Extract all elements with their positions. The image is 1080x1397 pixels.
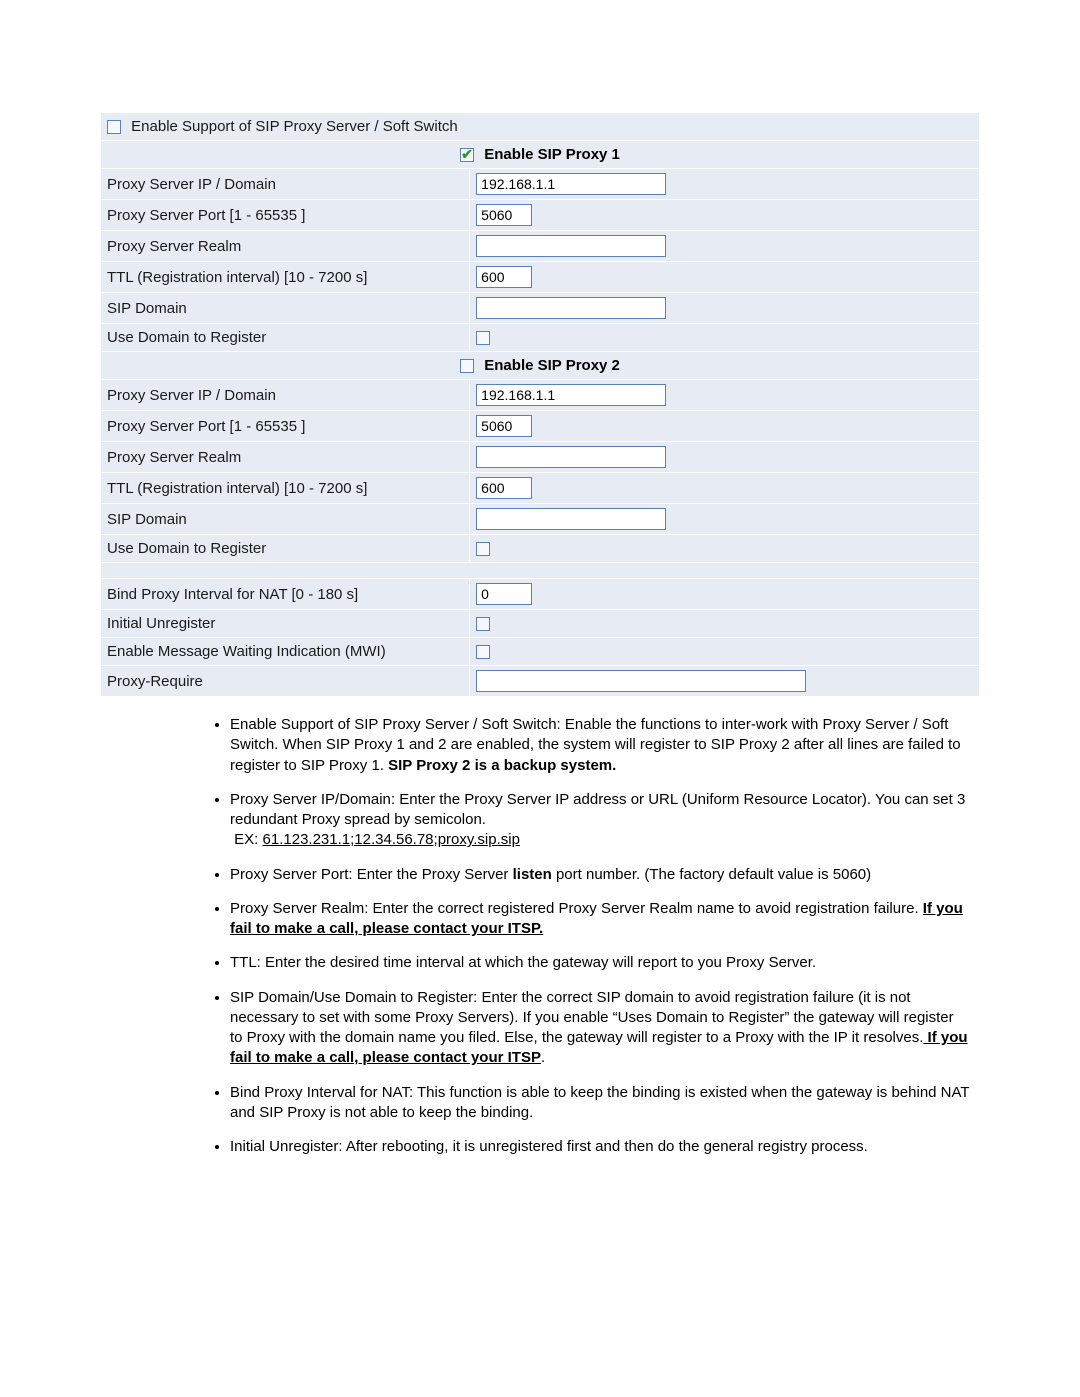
proxy2-ip-input[interactable] (476, 384, 666, 406)
note-item: Initial Unregister: After rebooting, it … (230, 1137, 970, 1157)
mwi-checkbox[interactable] (476, 645, 490, 659)
proxy1-ip-input[interactable] (476, 173, 666, 195)
proxy-require-label: Proxy-Require (101, 666, 470, 697)
proxy1-port-input[interactable] (476, 204, 532, 226)
proxy2-port-input[interactable] (476, 415, 532, 437)
enable-support-checkbox[interactable] (107, 120, 121, 134)
proxy1-sipdomain-label: SIP Domain (101, 293, 470, 324)
bind-proxy-input[interactable] (476, 583, 532, 605)
proxy-require-input[interactable] (476, 670, 806, 692)
proxy2-realm-label: Proxy Server Realm (101, 442, 470, 473)
bind-proxy-label: Bind Proxy Interval for NAT [0 - 180 s] (101, 579, 470, 610)
initial-unregister-checkbox[interactable] (476, 617, 490, 631)
proxy2-ttl-label: TTL (Registration interval) [10 - 7200 s… (101, 473, 470, 504)
initial-unregister-label: Initial Unregister (101, 610, 470, 638)
proxy2-ttl-input[interactable] (476, 477, 532, 499)
note-item: Proxy Server Port: Enter the Proxy Serve… (230, 865, 970, 885)
proxy2-usedomain-label: Use Domain to Register (101, 535, 470, 563)
proxy2-header-label: Enable SIP Proxy 2 (484, 357, 620, 374)
proxy2-header: Enable SIP Proxy 2 (101, 352, 980, 380)
sip-proxy-config-table: Enable Support of SIP Proxy Server / Sof… (100, 112, 980, 697)
proxy1-usedomain-label: Use Domain to Register (101, 324, 470, 352)
note-item: Proxy Server IP/Domain: Enter the Proxy … (230, 790, 970, 851)
proxy2-usedomain-checkbox[interactable] (476, 542, 490, 556)
proxy2-realm-input[interactable] (476, 446, 666, 468)
note-item: TTL: Enter the desired time interval at … (230, 953, 970, 973)
enable-support-label: Enable Support of SIP Proxy Server / Sof… (131, 118, 458, 135)
proxy2-port-label: Proxy Server Port [1 - 65535 ] (101, 411, 470, 442)
proxy1-sipdomain-input[interactable] (476, 297, 666, 319)
note-item: Proxy Server Realm: Enter the correct re… (230, 899, 970, 940)
proxy1-realm-label: Proxy Server Realm (101, 231, 470, 262)
proxy1-usedomain-checkbox[interactable] (476, 331, 490, 345)
proxy1-port-label: Proxy Server Port [1 - 65535 ] (101, 200, 470, 231)
proxy2-sipdomain-input[interactable] (476, 508, 666, 530)
enable-support-row: Enable Support of SIP Proxy Server / Sof… (101, 113, 980, 141)
note-item: Enable Support of SIP Proxy Server / Sof… (230, 715, 970, 776)
blank-row (101, 563, 980, 579)
proxy1-realm-input[interactable] (476, 235, 666, 257)
proxy1-header: Enable SIP Proxy 1 (101, 141, 980, 169)
note-item: SIP Domain/Use Domain to Register: Enter… (230, 988, 970, 1069)
proxy2-sipdomain-label: SIP Domain (101, 504, 470, 535)
notes-section: Enable Support of SIP Proxy Server / Sof… (210, 715, 970, 1157)
enable-proxy1-checkbox[interactable] (460, 148, 474, 162)
proxy1-ttl-input[interactable] (476, 266, 532, 288)
enable-proxy2-checkbox[interactable] (460, 359, 474, 373)
proxy1-header-label: Enable SIP Proxy 1 (484, 146, 620, 163)
proxy2-ip-label: Proxy Server IP / Domain (101, 380, 470, 411)
proxy1-ip-label: Proxy Server IP / Domain (101, 169, 470, 200)
note-item: Bind Proxy Interval for NAT: This functi… (230, 1083, 970, 1124)
proxy1-ttl-label: TTL (Registration interval) [10 - 7200 s… (101, 262, 470, 293)
mwi-label: Enable Message Waiting Indication (MWI) (101, 638, 470, 666)
